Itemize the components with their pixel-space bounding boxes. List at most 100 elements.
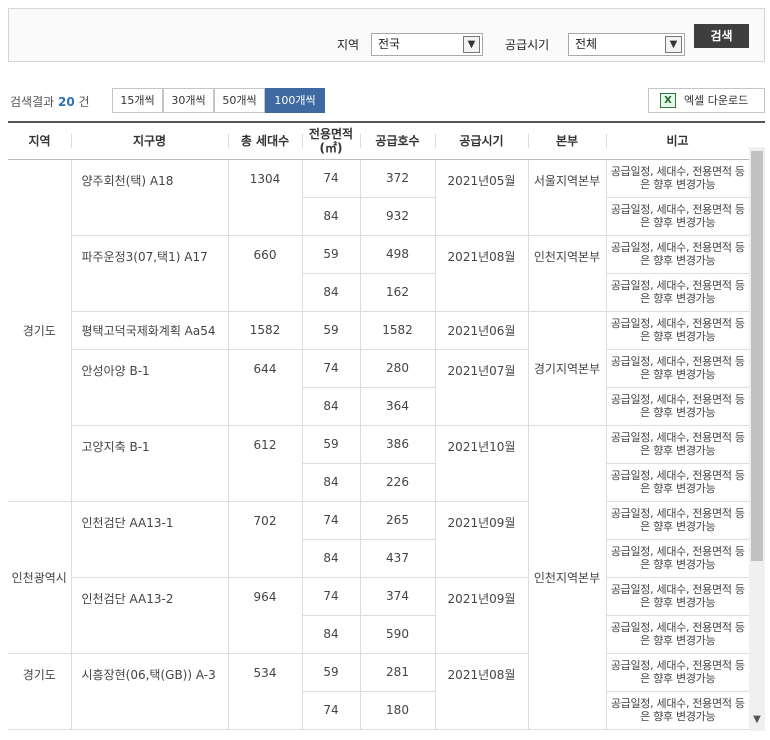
area-cell: 59: [302, 235, 361, 274]
region-cell: 경기도: [8, 653, 72, 730]
period-cell: 2021년08월: [435, 235, 529, 312]
hq-cell: 서울지역본부: [528, 159, 607, 236]
district-cell: 파주운정3(07,택1) A17: [71, 235, 229, 312]
district-cell: 평택고덕국제화계획 Aa54: [71, 311, 229, 350]
district-cell: 양주회천(택) A18: [71, 159, 229, 236]
district-cell: 인천검단 AA13-1: [71, 501, 229, 578]
scroll-down-icon[interactable]: ▼: [749, 713, 765, 727]
region-label: 지역: [337, 38, 360, 52]
hq-cell: 인천지역본부: [528, 425, 607, 730]
period-cell: 2021년09월: [435, 577, 529, 654]
hq-cell: 인천지역본부: [528, 235, 607, 312]
region-cell: 경기도: [8, 159, 72, 502]
region-select[interactable]: 전국 ▼: [371, 33, 483, 56]
units-cell: 281: [360, 653, 436, 692]
area-cell: 59: [302, 425, 361, 464]
total-cell: 1582: [228, 311, 303, 350]
region-select-value: 전국: [378, 37, 401, 51]
header-total-households: 총 세대수: [228, 123, 302, 160]
header-remarks: 비고: [606, 123, 749, 160]
table-row: 고양지축 B-1 612 59 386 2021년10월 인천지역본부 공급일정…: [8, 425, 749, 730]
table-row: 인천광역시 인천검단 AA13-1 702 74 265 2021년09월 공급…: [8, 501, 749, 654]
district-cell: 인천검단 AA13-2: [71, 577, 229, 654]
page-size-50[interactable]: 50개씩: [214, 88, 265, 113]
units-cell: 364: [360, 387, 436, 426]
scrollbar-thumb[interactable]: [751, 151, 763, 561]
remark-cell: 공급일정, 세대수, 전용면적 등은 향후 변경가능: [606, 311, 749, 350]
excel-download-label: 엑셀 다운로드: [684, 94, 749, 107]
period-label: 공급시기: [505, 38, 550, 52]
excel-download-button[interactable]: X 엑셀 다운로드: [648, 88, 765, 113]
page-size-30[interactable]: 30개씩: [163, 88, 214, 113]
period-select-value: 전체: [575, 37, 598, 51]
table-scrollbar[interactable]: ▼: [749, 147, 765, 731]
search-button[interactable]: 검색: [694, 24, 749, 48]
result-prefix: 검색결과: [10, 95, 55, 109]
result-suffix: 건: [78, 95, 90, 109]
area-cell: 84: [302, 539, 361, 578]
units-cell: 386: [360, 425, 436, 464]
area-cell: 84: [302, 463, 361, 502]
hq-cell: 경기지역본부: [528, 311, 607, 426]
supply-table: 지역 지구명 총 세대수 전용면적(㎡) 공급호수 공급시기 본부 비고 경기도…: [8, 121, 765, 731]
result-count-number: 20: [58, 95, 75, 109]
chevron-down-icon: ▼: [463, 36, 480, 53]
remark-cell: 공급일정, 세대수, 전용면적 등은 향후 변경가능: [606, 273, 749, 312]
area-cell: 84: [302, 197, 361, 236]
area-cell: 59: [302, 311, 361, 350]
header-region: 지역: [8, 123, 71, 160]
header-district: 지구명: [71, 123, 228, 160]
units-cell: 280: [360, 349, 436, 388]
page-size-15[interactable]: 15개씩: [112, 88, 163, 113]
units-cell: 437: [360, 539, 436, 578]
period-cell: 2021년08월: [435, 653, 529, 730]
district-cell: 안성아양 B-1: [71, 349, 229, 426]
units-cell: 374: [360, 577, 436, 616]
excel-icon: X: [660, 93, 676, 108]
total-cell: 1304: [228, 159, 303, 236]
remark-cell: 공급일정, 세대수, 전용면적 등은 향후 변경가능: [606, 653, 749, 692]
remark-cell: 공급일정, 세대수, 전용면적 등은 향후 변경가능: [606, 387, 749, 426]
remark-cell: 공급일정, 세대수, 전용면적 등은 향후 변경가능: [606, 159, 749, 198]
table-row: 경기도 양주회천(택) A18 1304 74 372 2021년05월 서울지…: [8, 159, 749, 502]
total-cell: 660: [228, 235, 303, 312]
area-cell: 84: [302, 387, 361, 426]
remark-cell: 공급일정, 세대수, 전용면적 등은 향후 변경가능: [606, 235, 749, 274]
area-cell: 84: [302, 273, 361, 312]
page-size-100[interactable]: 100개씩: [265, 88, 325, 113]
area-cell: 74: [302, 501, 361, 540]
remark-cell: 공급일정, 세대수, 전용면적 등은 향후 변경가능: [606, 349, 749, 388]
remark-cell: 공급일정, 세대수, 전용면적 등은 향후 변경가능: [606, 425, 749, 464]
table-row: 인천검단 AA13-2 964 74 374 2021년09월 공급일정, 세대…: [8, 577, 749, 654]
units-cell: 498: [360, 235, 436, 274]
result-count: 검색결과 20 건: [10, 93, 90, 110]
period-cell: 2021년09월: [435, 501, 529, 578]
total-cell: 612: [228, 425, 303, 502]
table-row: 평택고덕국제화계획 Aa54 1582 59 1582 2021년06월 경기지…: [8, 311, 749, 426]
district-cell: 시흥장현(06,택(GB)) A-3: [71, 653, 229, 730]
remark-cell: 공급일정, 세대수, 전용면적 등은 향후 변경가능: [606, 577, 749, 616]
units-cell: 180: [360, 691, 436, 730]
area-cell: 74: [302, 691, 361, 730]
chevron-down-icon: ▼: [665, 36, 682, 53]
remark-cell: 공급일정, 세대수, 전용면적 등은 향후 변경가능: [606, 501, 749, 540]
area-cell: 84: [302, 615, 361, 654]
period-cell: 2021년07월: [435, 349, 529, 426]
remark-cell: 공급일정, 세대수, 전용면적 등은 향후 변경가능: [606, 463, 749, 502]
table-row: 파주운정3(07,택1) A17 660 59 498 2021년08월 인천지…: [8, 235, 749, 312]
total-cell: 534: [228, 653, 303, 730]
remark-cell: 공급일정, 세대수, 전용면적 등은 향후 변경가능: [606, 691, 749, 730]
remark-cell: 공급일정, 세대수, 전용면적 등은 향후 변경가능: [606, 197, 749, 236]
total-cell: 702: [228, 501, 303, 578]
area-cell: 74: [302, 577, 361, 616]
units-cell: 1582: [360, 311, 436, 350]
remark-cell: 공급일정, 세대수, 전용면적 등은 향후 변경가능: [606, 615, 749, 654]
area-cell: 74: [302, 349, 361, 388]
remark-cell: 공급일정, 세대수, 전용면적 등은 향후 변경가능: [606, 539, 749, 578]
period-select[interactable]: 전체 ▼: [568, 33, 685, 56]
table-header-row: 지역 지구명 총 세대수 전용면적(㎡) 공급호수 공급시기 본부 비고: [8, 123, 749, 160]
units-cell: 162: [360, 273, 436, 312]
units-cell: 932: [360, 197, 436, 236]
table-row: 경기도 시흥장현(06,택(GB)) A-3 534 59 281 2021년0…: [8, 653, 749, 730]
total-cell: 644: [228, 349, 303, 426]
